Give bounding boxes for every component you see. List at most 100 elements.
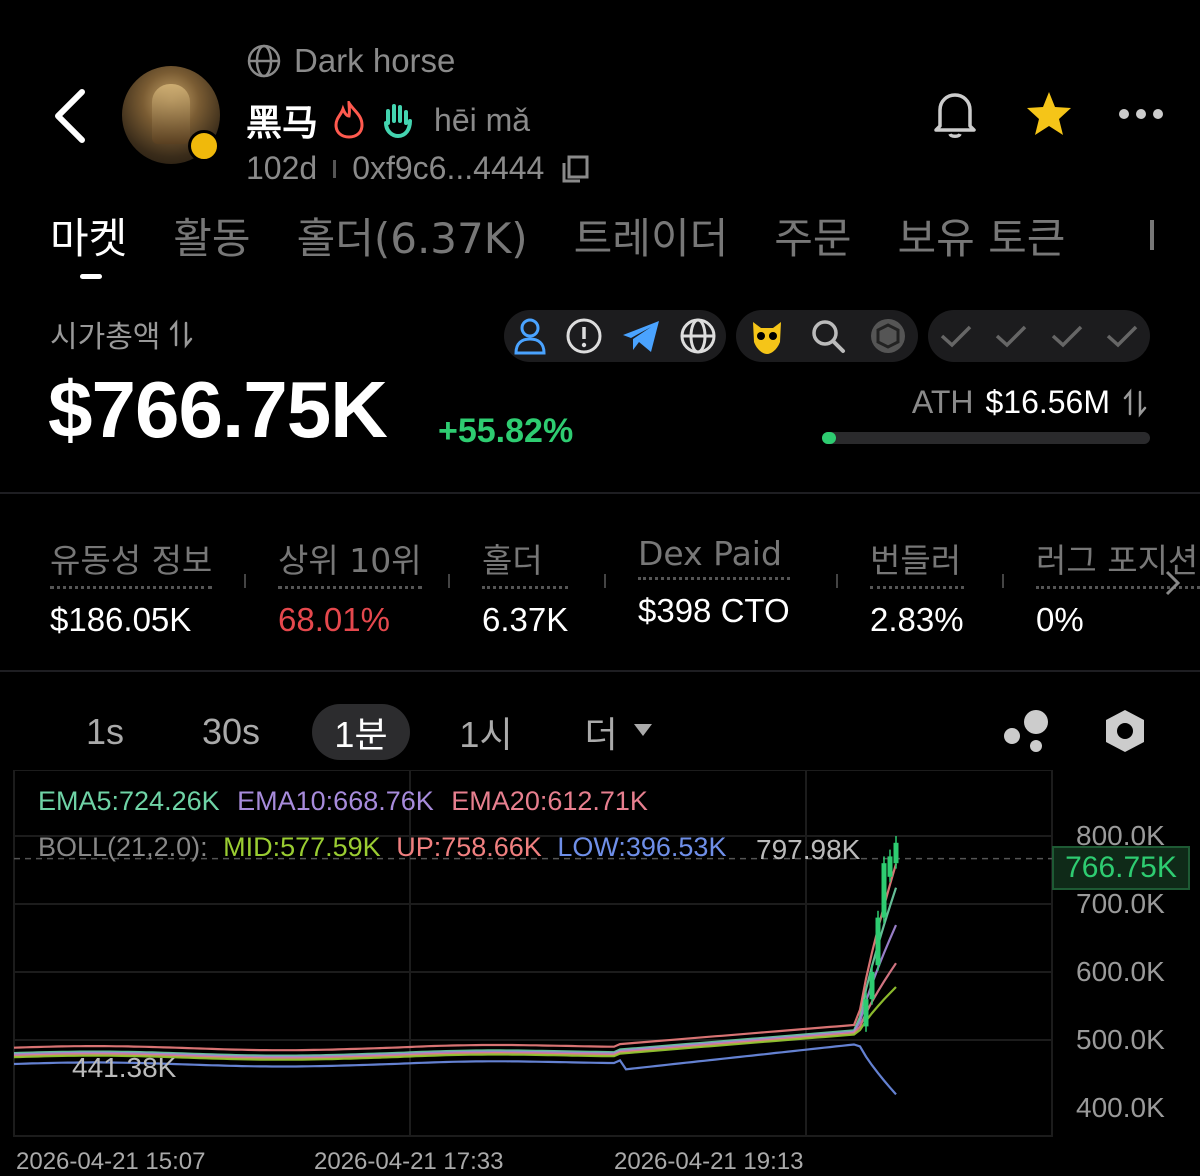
token-name-row: 黑马 hēi mǎ [246,94,530,146]
chevron-right-icon[interactable] [1162,568,1184,598]
stat-label: Dex Paid [638,534,790,580]
series-line-ema20 [13,962,897,1060]
stat-separator [1002,574,1004,588]
stat-label: 번들러 [870,534,964,589]
timeframe-more[interactable]: 더 [576,704,626,760]
stat-value: 2.83% [870,601,964,638]
user-icon[interactable] [513,317,547,355]
stat-separator [604,574,606,588]
candle-body [887,856,893,877]
chart-canvas[interactable] [0,769,1200,1176]
stat-separator [836,574,838,588]
stat-dex-paid[interactable]: Dex Paid $398 CTO [638,534,790,630]
candle-body [893,842,899,864]
check-icon [1051,325,1082,348]
meta-separator [333,159,337,178]
telegram-icon[interactable] [621,318,661,354]
stat-value: $186.05K [50,601,192,638]
stat-value: 0% [1036,601,1084,638]
series-line-mid [13,986,897,1061]
indicators-icon[interactable] [1002,708,1052,754]
tab-market[interactable]: 마켓 [50,205,127,266]
market-cap-change: +55.82% [438,412,574,450]
cube-icon[interactable] [869,317,907,355]
hand-icon [384,104,413,139]
token-meta-row: 102d 0xf9c6...4444 [246,150,590,187]
price-chart[interactable] [0,769,1200,1176]
ema-legend: EMA5:724.26K EMA10:668.76K EMA20:612.71K [38,786,648,817]
section-divider [0,492,1200,494]
star-icon[interactable] [1024,89,1074,139]
check-icon [996,325,1027,348]
swap-sort-icon[interactable] [1122,388,1148,418]
legend-low: LOW:396.53K [557,832,727,862]
market-cap-label-row[interactable]: 시가총액 [50,312,194,356]
stat-value: 68.01% [278,601,390,638]
stat-label: 유동성 정보 [50,534,213,589]
fire-icon [334,101,364,139]
candle-body [875,917,881,966]
chain-badge-icon [188,130,220,162]
copy-icon[interactable] [560,154,590,184]
swap-sort-icon[interactable] [168,319,194,349]
warning-icon[interactable] [565,317,603,355]
token-address[interactable]: 0xf9c6...4444 [352,150,544,187]
back-chevron-icon[interactable] [48,86,92,146]
stat-value: 6.37K [482,601,569,638]
tab-holders[interactable]: 홀더(6.37K) [297,205,528,266]
more-icon[interactable] [1118,108,1164,120]
stat-separator [244,574,246,588]
candle-body [869,972,875,1000]
settings-hex-icon[interactable] [1102,708,1148,754]
search-icon[interactable] [809,317,847,355]
stats-row[interactable]: 유동성 정보 $186.05K 상위 10위 68.01% 홀더 6.37K D… [50,534,1200,644]
english-name-row: Dark horse [246,42,455,80]
y-tick-label: 600.0K [1076,956,1165,987]
legend-boll: BOLL(21,2.0): [38,832,208,862]
check-icon [940,325,971,348]
stat-value: $398 CTO [638,592,790,629]
timeframe-30s[interactable]: 30s [186,704,276,760]
ath-progress-bar [822,432,1150,444]
tab-orders[interactable]: 주문 [774,205,851,266]
x-tick-label: 2026-04-21 19:13 [614,1148,804,1175]
website-globe-icon[interactable] [679,317,717,355]
tab-traders[interactable]: 트레이더 [574,205,729,266]
owl-icon[interactable] [747,316,787,356]
market-cap-value: $766.75K [48,365,388,454]
ath-row[interactable]: ATH $16.56M [912,384,1148,421]
caret-down-icon[interactable] [632,722,654,738]
timeframe-1s[interactable]: 1s [70,704,140,760]
legend-ema20: EMA20:612.71K [451,786,648,816]
high-price-label: 797.98K [756,834,861,865]
english-name: Dark horse [294,42,456,79]
legend-ema5: EMA5:724.26K [38,786,220,816]
analysis-links-pill [736,310,918,362]
stat-top10[interactable]: 상위 10위 68.01% [278,534,422,639]
legend-up: UP:758.66K [396,832,542,862]
tab-bar: 마켓 활동 홀더(6.37K) 트레이더 주문 보유 토큰 [50,200,1200,270]
ath-label: ATH [911,384,974,420]
globe-icon [247,44,281,78]
x-tick-label: 2026-04-21 17:33 [314,1148,504,1175]
stat-liquidity[interactable]: 유동성 정보 $186.05K [50,534,213,639]
stat-label: 상위 10위 [278,534,422,589]
tab-activity[interactable]: 활동 [173,205,250,266]
timeframe-1m[interactable]: 1분 [312,704,410,760]
stat-holders[interactable]: 홀더 6.37K [482,534,569,639]
timeframe-1h[interactable]: 1시 [446,704,526,760]
bell-icon[interactable] [930,88,980,140]
candle-body [881,863,887,918]
stat-bundler[interactable]: 번들러 2.83% [870,534,964,639]
legend-ema10: EMA10:668.76K [237,786,434,816]
social-links-pill [504,310,726,362]
series-line-up [13,863,898,1052]
stat-separator [448,574,450,588]
ath-progress-fill [822,432,836,444]
check-icon [1107,325,1138,348]
legend-mid: MID:577.59K [223,832,381,862]
x-tick-label: 2026-04-21 15:07 [16,1148,206,1175]
header-actions [930,88,1164,140]
tab-holdings[interactable]: 보유 토큰 [898,205,1066,266]
current-price-tag: 766.75K [1052,846,1190,890]
